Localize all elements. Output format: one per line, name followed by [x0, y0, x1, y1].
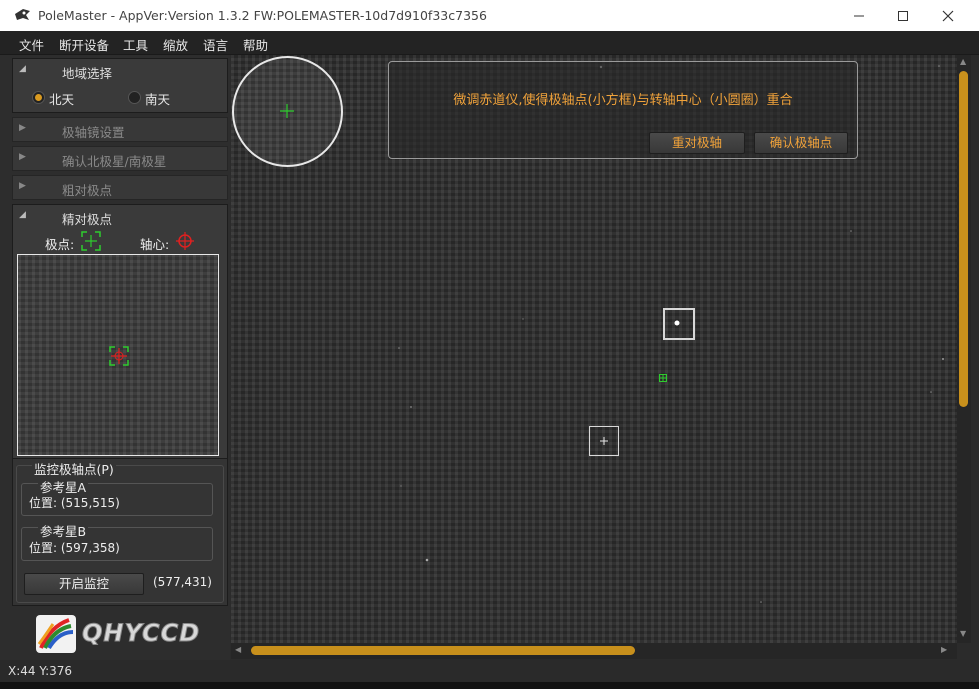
vertical-scroll-thumb[interactable]	[959, 71, 968, 407]
maximize-icon	[898, 10, 908, 21]
radio-south[interactable]	[128, 91, 141, 104]
expand-arrow-icon: ▶	[19, 123, 26, 133]
expand-arrow-icon: ▶	[19, 181, 26, 191]
radio-south-label[interactable]: 南天	[145, 89, 170, 108]
confirm-polar-point-button[interactable]: 确认极轴点	[754, 132, 848, 154]
fine-align-panel: ◢ 精对极点 极点: 轴心:	[12, 204, 228, 461]
menu-language[interactable]: 语言	[203, 35, 228, 54]
cursor-coordinates: X:44 Y:376	[8, 664, 73, 678]
axis-label: 轴心:	[140, 237, 170, 252]
instruction-box: 微调赤道仪,使得极轴点(小方框)与转轴中心（小圆圈）重合 重对极轴 确认极轴点	[388, 61, 858, 159]
pole-marker-icon	[81, 231, 101, 251]
menu-zoom[interactable]: 缩放	[163, 35, 188, 54]
magnifier-circle	[232, 56, 343, 167]
collapse-arrow-icon[interactable]: ◢	[19, 210, 26, 220]
star-b-position: 位置: (597,358)	[29, 541, 120, 555]
radio-north-label[interactable]: 北天	[49, 89, 74, 108]
section-confirm-polaris[interactable]: ▶ 确认北极星/南极星	[12, 146, 228, 171]
instruction-text: 微调赤道仪,使得极轴点(小方框)与转轴中心（小圆圈）重合	[453, 93, 793, 108]
monitor-title: 监控极轴点(P)	[32, 459, 116, 478]
vertical-scrollbar[interactable]: ▲ ▼	[957, 55, 971, 643]
collapse-arrow-icon[interactable]: ◢	[19, 64, 26, 74]
monitor-coords: (577,431)	[153, 575, 212, 589]
region-title: 地域选择	[62, 66, 113, 81]
star-a-position: 位置: (515,515)	[29, 496, 120, 510]
sidebar: ◢ 地域选择 北天 南天 ▶ 极轴镜设置 ▶ 确认北极星/南极星 ▶ 粗对极点 …	[0, 55, 230, 661]
scroll-up-icon[interactable]: ▲	[960, 57, 966, 66]
menu-tools[interactable]: 工具	[123, 35, 148, 54]
target-crosshair-box[interactable]	[589, 426, 619, 456]
menu-help[interactable]: 帮助	[243, 35, 268, 54]
scroll-left-icon[interactable]: ◀	[235, 645, 241, 654]
qhyccd-logo-text: QHYCCD	[81, 619, 201, 648]
pole-label: 极点:	[45, 237, 75, 252]
menu-file[interactable]: 文件	[19, 35, 44, 54]
window-title: PoleMaster - AppVer:Version 1.3.2 FW:POL…	[38, 8, 487, 23]
reference-star-box[interactable]	[663, 308, 695, 340]
close-icon	[942, 10, 954, 21]
monitor-panel: 监控极轴点(P) 参考星A 位置: (515,515) 参考星B 位置: (59…	[12, 458, 228, 606]
maximize-button[interactable]	[880, 0, 926, 31]
window-bottom-edge	[0, 682, 979, 689]
polar-point-marker-icon	[659, 374, 667, 382]
status-bar: X:44 Y:376	[0, 660, 979, 682]
menu-bar: 文件 断开设备 工具 缩放 语言 帮助	[0, 31, 979, 55]
camera-view[interactable]: 微调赤道仪,使得极轴点(小方框)与转轴中心（小圆圈）重合 重对极轴 确认极轴点	[231, 55, 957, 643]
minimize-button[interactable]	[836, 0, 882, 31]
horizontal-scrollbar[interactable]: ◀ ▶	[231, 643, 957, 659]
star-b-title: 参考星B	[38, 521, 89, 540]
magnifier-crosshair-icon	[280, 104, 294, 118]
zoom-preview	[17, 254, 219, 456]
preview-marker-icon	[109, 346, 129, 366]
scroll-down-icon[interactable]: ▼	[960, 629, 966, 638]
polemaster-logo-icon	[15, 9, 30, 20]
section-polar-scope-settings[interactable]: ▶ 极轴镜设置	[12, 117, 228, 142]
scroll-right-icon[interactable]: ▶	[941, 645, 947, 654]
region-panel: ◢ 地域选择 北天 南天	[12, 58, 228, 113]
section-rough-align[interactable]: ▶ 粗对极点	[12, 175, 228, 200]
expand-arrow-icon: ▶	[19, 152, 26, 162]
title-bar: PoleMaster - AppVer:Version 1.3.2 FW:POL…	[0, 0, 979, 31]
crosshair-icon	[600, 437, 608, 445]
menu-disconnect[interactable]: 断开设备	[59, 35, 109, 54]
horizontal-scroll-thumb[interactable]	[251, 646, 635, 655]
fine-align-title: 精对极点	[62, 212, 113, 227]
qhyccd-logo: QHYCCD	[35, 614, 215, 654]
reset-polar-axis-button[interactable]: 重对极轴	[649, 132, 745, 154]
close-button[interactable]	[925, 0, 971, 31]
minimize-icon	[854, 15, 864, 16]
radio-north[interactable]	[32, 91, 45, 104]
axis-marker-icon	[176, 232, 194, 250]
qhyccd-logo-icon	[36, 615, 76, 653]
start-monitor-button[interactable]: 开启监控	[24, 573, 144, 595]
